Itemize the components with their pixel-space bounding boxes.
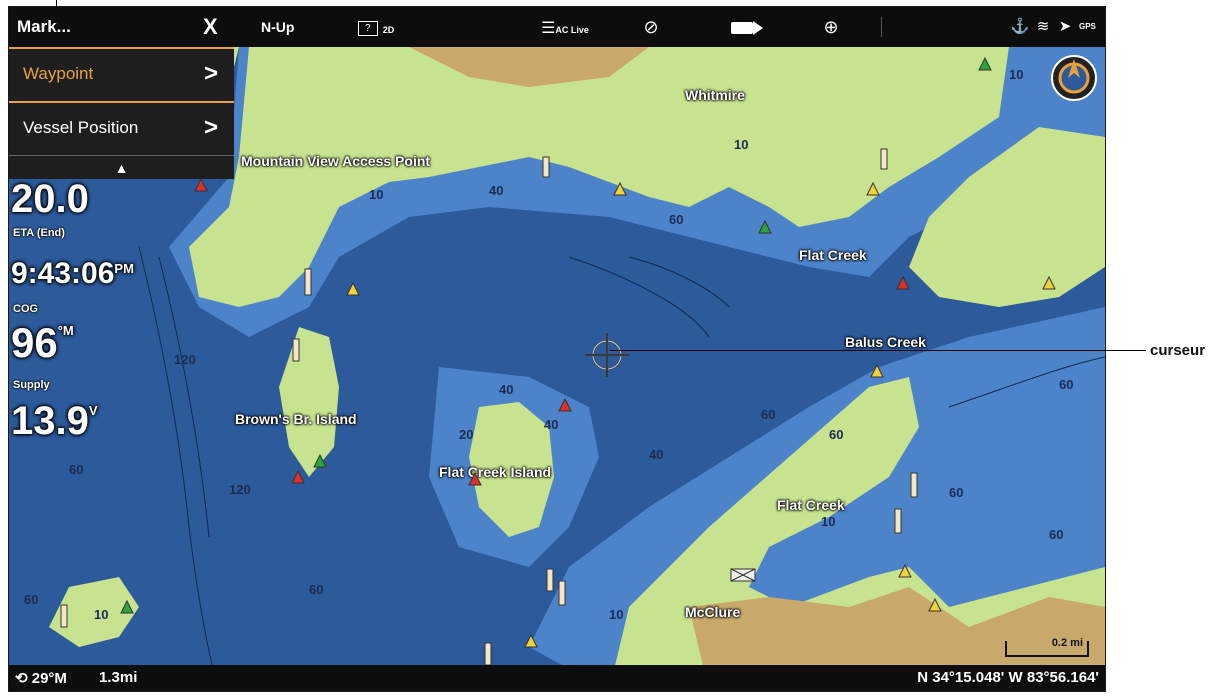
gps-status-label: GPS	[1079, 22, 1096, 31]
supply-label: Supply	[13, 379, 50, 391]
navigation-arrow-icon: ➤	[1058, 18, 1072, 35]
menu-item-waypoint[interactable]: Waypoint >	[9, 49, 234, 99]
supply-unit: V	[88, 403, 98, 418]
buoy-yellow-icon	[928, 597, 942, 612]
supply-readout: 13.9V	[11, 399, 98, 444]
compass-rose-icon[interactable]	[1049, 53, 1099, 103]
supply-value: 13.9	[11, 399, 89, 443]
chevron-right-icon: >	[203, 114, 218, 141]
marker-post-icon	[484, 642, 492, 666]
heading-readout: ⟲ 29°M	[15, 669, 67, 687]
marker-post-icon	[910, 472, 918, 498]
wreck-icon	[730, 568, 756, 582]
cursor-crosshair-icon[interactable]	[585, 333, 629, 377]
crosshair-icon[interactable]: ⊕	[817, 7, 845, 47]
menu-divider	[9, 155, 234, 156]
temperature-icon: ≋	[1036, 18, 1050, 35]
orientation-button[interactable]: N-Up	[261, 7, 294, 47]
menu-item-waypoint-label: Waypoint	[23, 64, 94, 83]
marker-post-icon	[546, 568, 554, 592]
chevron-right-icon: >	[203, 60, 218, 87]
eta-value: 9:43:06	[11, 257, 115, 290]
heading-value: 29°M	[31, 670, 67, 687]
topbar-divider	[881, 17, 882, 37]
buoy-yellow-icon	[898, 563, 912, 578]
cog-unit: °M	[57, 323, 74, 338]
help-box-icon: ?	[357, 20, 378, 36]
rotation-icon: ⟲	[15, 670, 28, 687]
buoy-red-icon	[291, 469, 305, 484]
close-button[interactable]: X	[203, 7, 218, 47]
cog-readout: 96°M	[11, 319, 74, 367]
marker-post-icon	[304, 268, 312, 296]
bottom-status-bar: ⟲ 29°M 1.3mi N 34°15.048' W 83°56.164'	[9, 665, 1105, 691]
buoy-green-icon	[120, 599, 134, 614]
sliders-icon: ☰	[541, 20, 556, 37]
buoy-yellow-icon	[524, 633, 538, 648]
buoy-green-icon	[978, 56, 992, 71]
buoy-red-icon	[558, 397, 572, 412]
buoy-red-icon	[194, 177, 208, 192]
marker-post-icon	[880, 148, 888, 170]
cursor-coordinates: N 34°15.048' W 83°56.164'	[917, 669, 1099, 686]
marker-post-icon	[542, 156, 550, 178]
battery-icon	[727, 7, 767, 47]
marker-post-icon	[60, 604, 68, 628]
top-status-bar: Mark... X N-Up ? 2D ☰AC Live ⊘ ⊕ ⚓ ≋ ➤ G…	[9, 7, 1105, 47]
cog-label: COG	[13, 303, 39, 315]
mark-callout-line	[56, 0, 57, 8]
mark-title[interactable]: Mark...	[17, 7, 71, 47]
view-2d-button[interactable]: ? 2D	[351, 7, 401, 47]
marker-post-icon	[894, 508, 902, 534]
buoy-yellow-icon	[1042, 275, 1056, 290]
marker-post-icon	[292, 338, 300, 362]
cog-value: 96	[11, 319, 58, 366]
buoy-yellow-icon	[866, 181, 880, 196]
chevron-up-icon: ▲	[114, 160, 129, 176]
cancel-navigation-icon[interactable]: ⊘	[637, 7, 665, 47]
buoy-yellow-icon	[346, 281, 360, 296]
range-value: 1.3mi	[99, 669, 138, 686]
cursor-callout-label: curseur	[1150, 342, 1206, 359]
buoy-yellow-icon	[870, 363, 884, 378]
eta-readout: 9:43:06PM	[11, 257, 134, 291]
mark-menu: Waypoint > Vessel Position > ▲	[9, 47, 234, 179]
speed-value: 20.0	[11, 177, 89, 221]
ac-live-label: AC Live	[555, 25, 589, 35]
anchor-icon: ⚓	[1010, 18, 1030, 35]
chart-screen: Whitmire Mountain View Access Point Flat…	[8, 6, 1106, 692]
scale-bar-label: 0.2 mi	[1051, 637, 1083, 649]
buoy-red-icon	[468, 471, 482, 486]
menu-collapse-button[interactable]: ▲	[9, 157, 234, 179]
buoy-green-icon	[758, 219, 772, 234]
ac-live-button[interactable]: ☰AC Live	[535, 7, 595, 47]
cursor-callout-line	[610, 350, 1146, 351]
buoy-green-icon	[313, 453, 327, 468]
view-2d-label: 2D	[382, 25, 395, 35]
buoy-yellow-icon	[613, 181, 627, 196]
buoy-red-icon	[896, 275, 910, 290]
eta-unit: PM	[114, 261, 134, 276]
menu-item-vessel-position[interactable]: Vessel Position >	[9, 103, 234, 153]
marker-post-icon	[558, 580, 566, 606]
scale-bar: 0.2 mi	[1005, 637, 1089, 657]
eta-label: ETA (End)	[13, 227, 65, 239]
menu-item-vessel-position-label: Vessel Position	[23, 118, 139, 137]
